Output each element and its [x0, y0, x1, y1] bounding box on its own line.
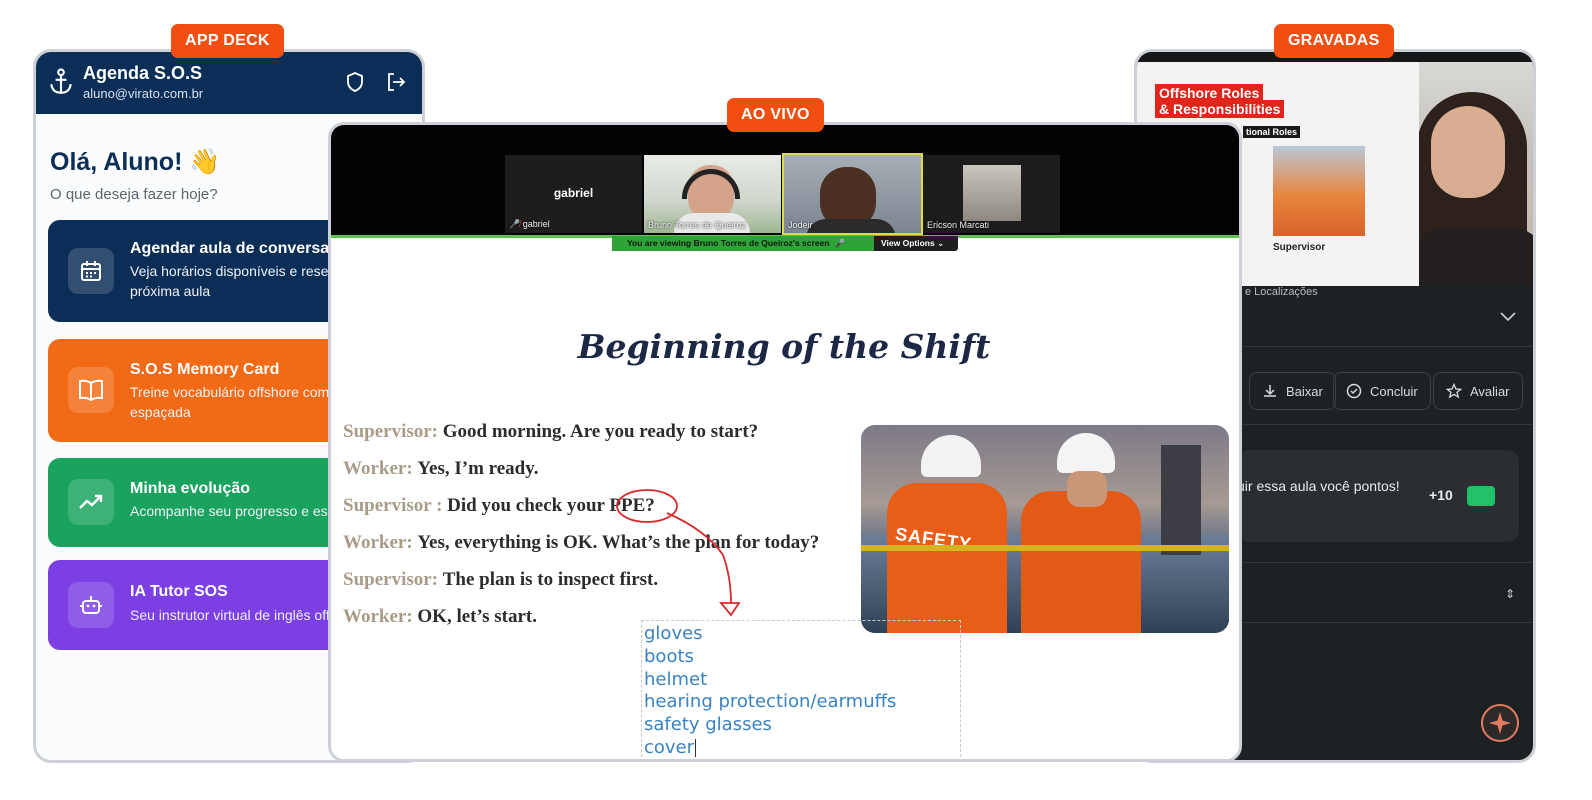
greeting-subtitle: O que deseja fazer hoje? — [50, 186, 218, 203]
text-cursor — [695, 739, 697, 758]
offshore-workers-photo: SAFETY — [861, 425, 1229, 633]
trending-up-icon — [68, 479, 114, 525]
slide-tag: tional Roles — [1243, 126, 1301, 138]
slide-heading-2: & Responsibilities — [1155, 100, 1285, 118]
live-class-window: gabriel 🎤̸ gabriel Bruno Torres de Queir… — [328, 122, 1242, 762]
supervisor-photo — [1273, 146, 1365, 236]
participant-label: Bruno Torres de Queiroz — [648, 220, 746, 230]
compass-icon[interactable] — [1481, 704, 1519, 742]
card-description: Acompanhe seu progresso e esta — [130, 503, 340, 519]
check-circle-icon — [1346, 383, 1362, 399]
chevron-down-icon: ⌄ — [937, 238, 945, 248]
note-item: boots — [644, 645, 694, 667]
shield-icon[interactable] — [346, 72, 364, 92]
download-button[interactable]: Baixar — [1249, 372, 1336, 410]
logout-icon[interactable] — [386, 72, 406, 92]
participant-label: Ericson Marcati — [927, 220, 990, 230]
chevron-down-icon[interactable] — [1499, 310, 1517, 322]
rate-button[interactable]: Avaliar — [1433, 372, 1523, 410]
note-item: hearing protection/earmuffs — [644, 691, 897, 713]
note-item: cover — [644, 736, 697, 758]
points-text: uir essa aula você pontos! — [1237, 478, 1400, 494]
ppe-annotation — [616, 489, 741, 617]
card-description: Treine vocabulário offshore com espaçada — [130, 384, 330, 420]
dialogue-line: Supervisor: Good morning. Are you ready … — [343, 421, 759, 442]
dialogue-line: Supervisor : Did you check your PPE? — [343, 495, 655, 516]
robot-icon — [68, 582, 114, 628]
download-label: Baixar — [1286, 383, 1323, 399]
card-title: S.O.S Memory Card — [130, 361, 280, 378]
card-title: Minha evolução — [130, 480, 251, 497]
participant-tile[interactable]: Jodeir — [782, 153, 923, 235]
participant-name: gabriel — [553, 186, 594, 200]
sort-icon[interactable]: ⇕ — [1505, 587, 1515, 601]
lesson-location-label: e Localizações — [1245, 286, 1318, 298]
ticket-icon — [1467, 486, 1495, 506]
ppe-notes[interactable]: gloves boots helmet hearing protection/e… — [644, 623, 897, 759]
participant-tile[interactable]: Ericson Marcati — [923, 155, 1060, 233]
note-item: gloves — [644, 623, 703, 644]
points-value: +10 — [1429, 487, 1453, 503]
points-reward-card: uir essa aula você pontos! +10 — [1237, 450, 1519, 542]
dialogue-line: Worker: OK, let’s start. — [343, 606, 538, 627]
anchor-icon — [50, 68, 72, 94]
rate-label: Avaliar — [1470, 383, 1510, 399]
greeting: Olá, Aluno! 👋 — [50, 148, 221, 176]
app-title: Agenda S.O.S — [83, 63, 203, 83]
participant-tile[interactable]: Bruno Torres de Queiroz — [644, 155, 781, 233]
card-title: Agendar aula de conversaçã — [130, 240, 347, 257]
note-item: helmet — [644, 668, 708, 690]
view-options-button[interactable]: View Options ⌄ — [874, 236, 958, 251]
star-icon — [1446, 383, 1462, 399]
participant-label: Jodeir — [788, 220, 813, 230]
card-description: Seu instrutor virtual de inglês off — [130, 607, 330, 623]
user-email: aluno@virato.com.br — [83, 86, 204, 101]
complete-button[interactable]: Concluir — [1333, 372, 1431, 410]
slide-caption: Supervisor — [1273, 242, 1326, 253]
app-header: Agenda S.O.S aluno@virato.com.br — [36, 52, 422, 114]
calendar-icon — [68, 248, 114, 294]
download-icon — [1264, 385, 1276, 397]
gravadas-tag: GRAVADAS — [1274, 24, 1394, 58]
ao-vivo-tag: AO VIVO — [727, 98, 824, 132]
slide-title: Beginning of the Shift — [577, 327, 991, 366]
participant-label: 🎤̸ gabriel — [509, 219, 550, 229]
book-icon — [68, 367, 114, 413]
card-title: IA Tutor SOS — [130, 583, 228, 600]
instructor-video — [1419, 62, 1533, 286]
dialogue-line: Worker: Yes, I’m ready. — [343, 458, 539, 479]
card-description: Veja horários disponíveis e reserv próxi… — [130, 263, 341, 299]
participant-tile[interactable]: gabriel 🎤̸ gabriel — [505, 155, 642, 233]
app-deck-tag: APP DECK — [171, 24, 284, 58]
complete-label: Concluir — [1370, 383, 1418, 399]
note-item: safety glasses — [644, 714, 772, 736]
viewing-screen-banner: You are viewing Bruno Torres de Queiroz'… — [612, 236, 874, 251]
